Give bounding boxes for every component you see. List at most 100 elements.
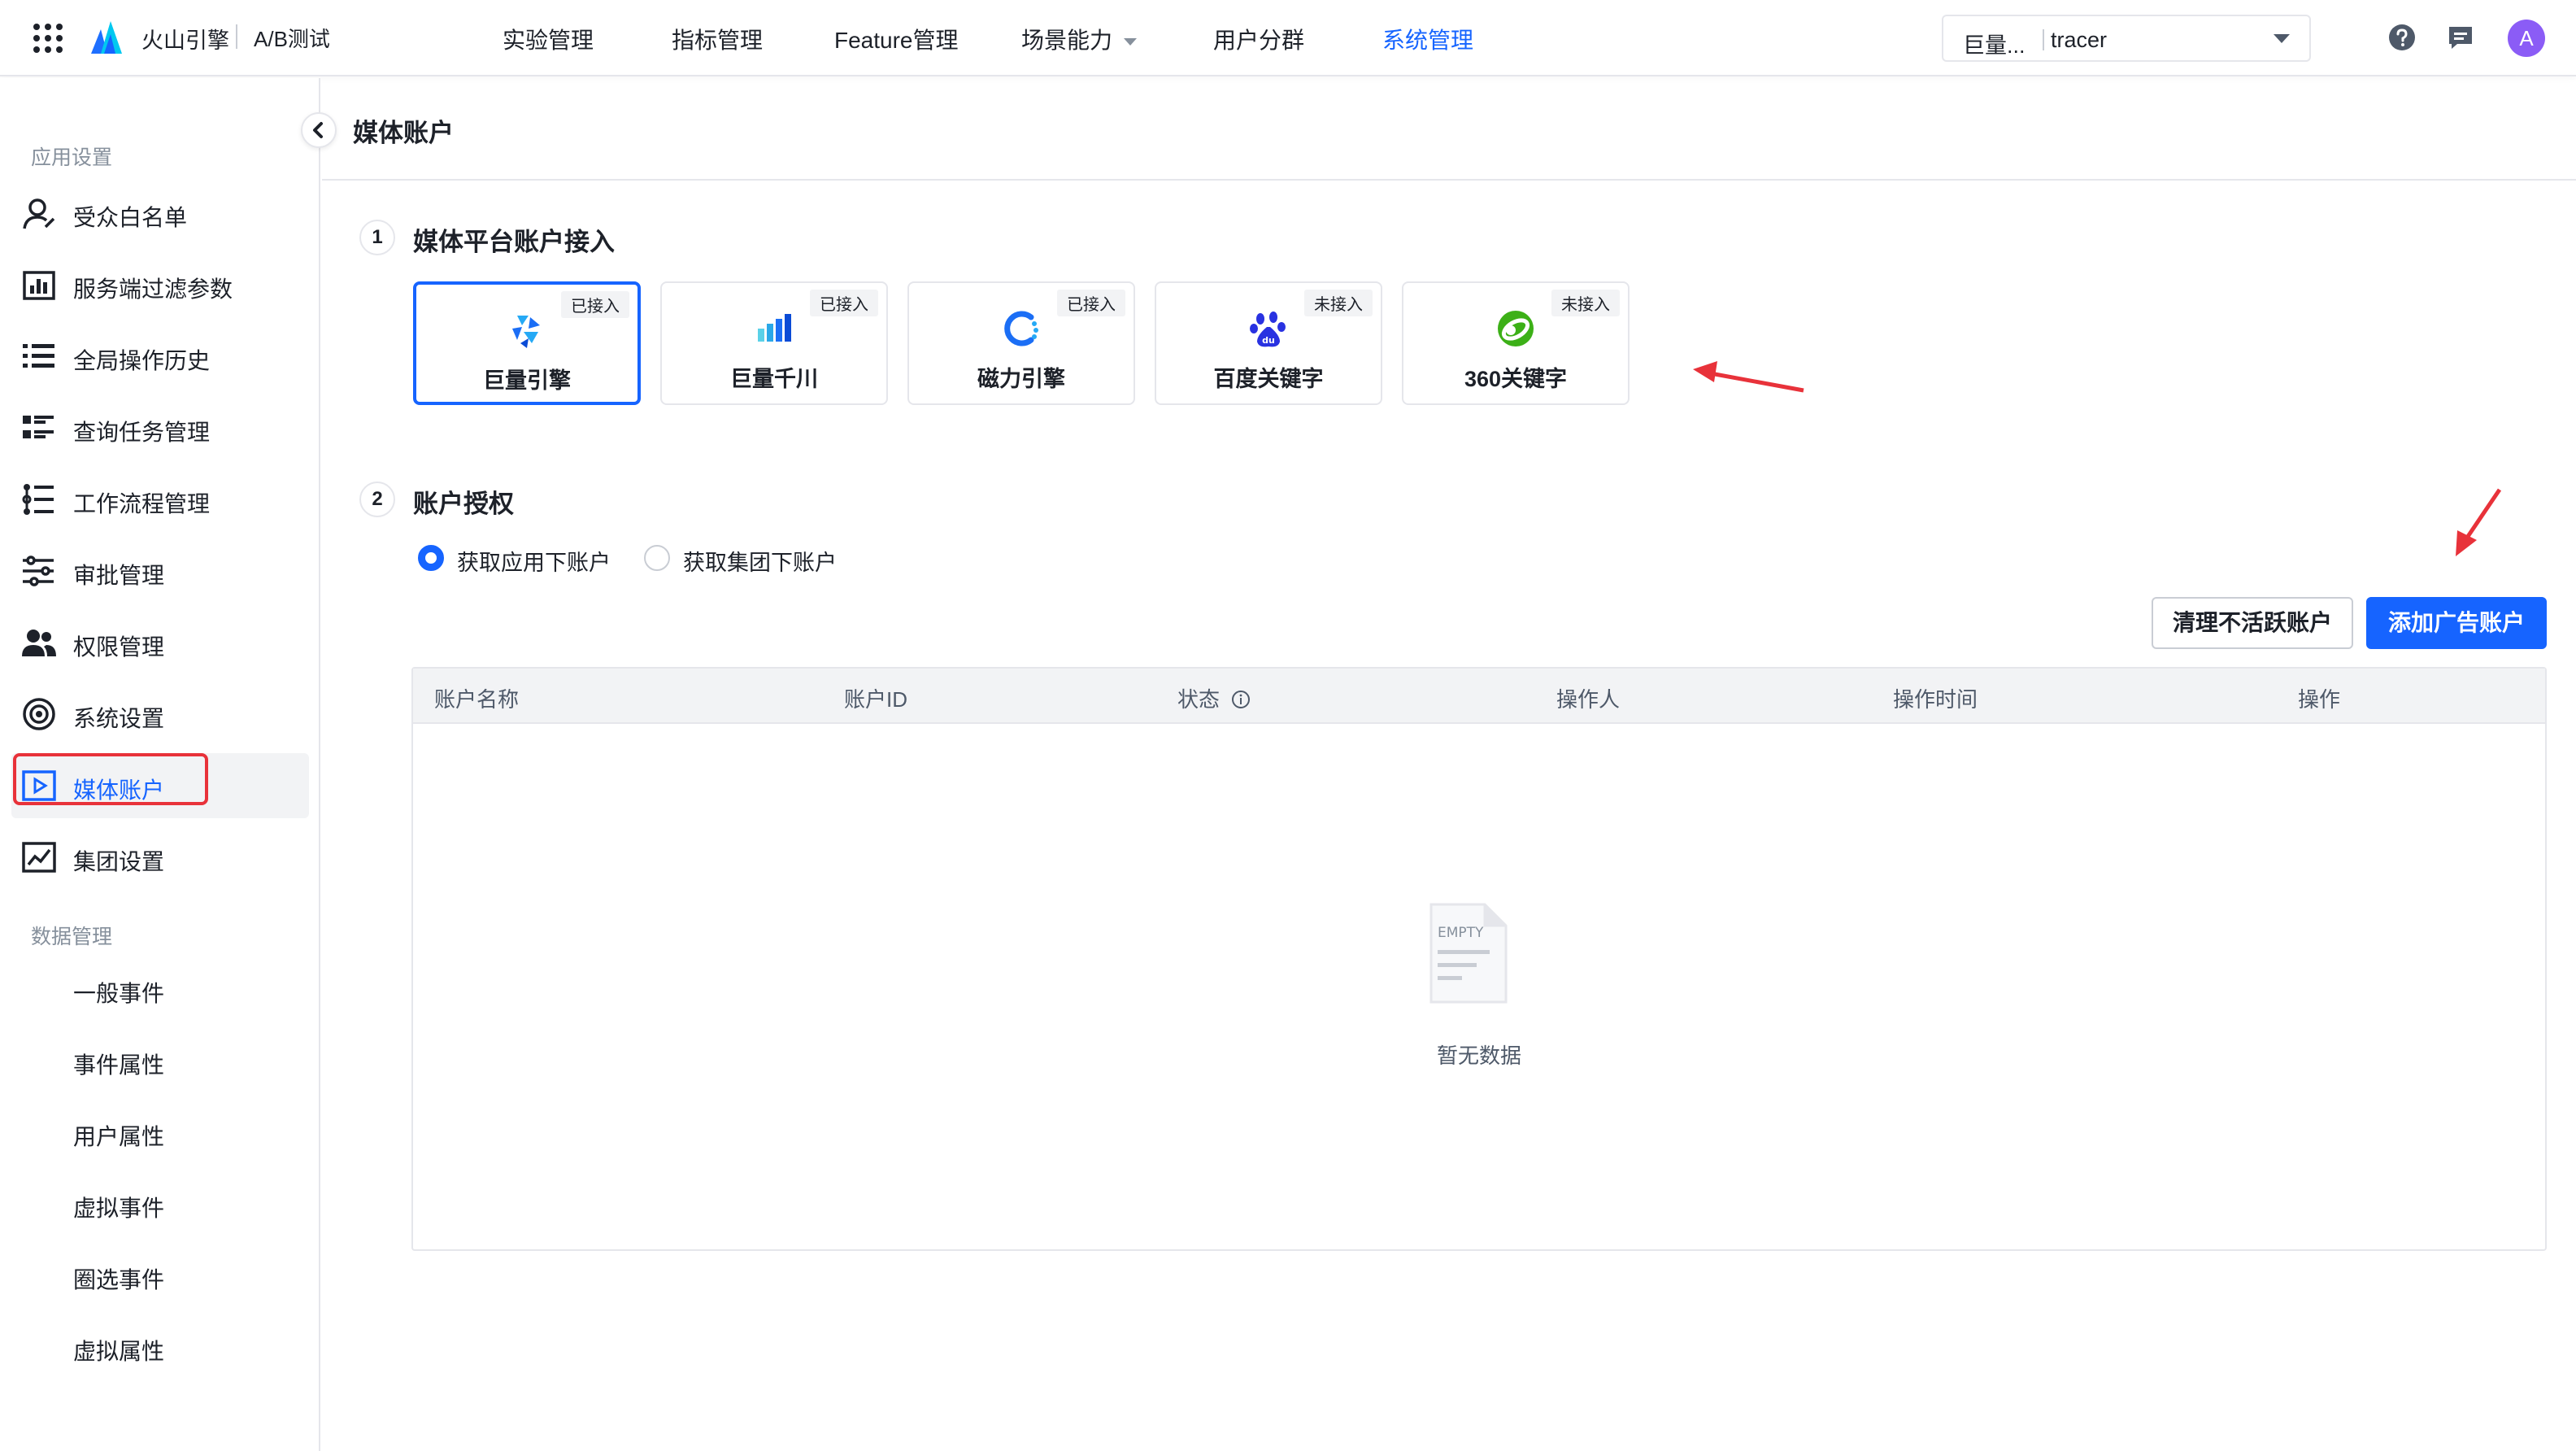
sidebar-item-global-operation-history[interactable]: 全局操作历史 (11, 324, 309, 389)
sidebar-item-label: 全局操作历史 (73, 348, 211, 373)
volcengine-logo[interactable] (88, 18, 125, 55)
sidebar-item-label: 受众白名单 (73, 205, 188, 230)
sidebar-item-system-settings[interactable]: 系统设置 (11, 682, 309, 747)
list-icon (23, 344, 54, 368)
column-header-status: 状态 (1177, 683, 1251, 713)
media-card-name: 巨量千川 (730, 367, 818, 391)
org-name: 巨量... (1963, 33, 2026, 58)
page-title: 媒体账户 (353, 119, 454, 147)
column-header-account-name: 账户名称 (434, 687, 520, 712)
sliders-icon (23, 556, 54, 586)
sidebar-item-label: 系统设置 (73, 706, 165, 731)
nav-scenario-label: 场景能力 (1021, 28, 1113, 53)
target-icon (23, 698, 55, 730)
add-ad-account-button[interactable]: 添加广告账户 (2366, 597, 2547, 649)
sidebar-item-workflow-management[interactable]: 工作流程管理 (11, 467, 309, 532)
status-badge: 已接入 (561, 291, 629, 318)
step-title-media-platform: 媒体平台账户接入 (413, 228, 615, 256)
sidebar-subitem-user-properties[interactable]: 用户属性 (73, 1119, 164, 1152)
annotation-arrow-down-icon (2456, 488, 2502, 556)
media-card-cili[interactable]: 已接入 磁力引擎 (907, 281, 1135, 405)
status-badge: 已接入 (1057, 290, 1125, 316)
task-list-icon (23, 416, 54, 438)
step-number-2: 2 (359, 481, 395, 517)
info-icon[interactable] (1231, 690, 1251, 709)
sidebar-item-permission-management[interactable]: 权限管理 (11, 610, 309, 675)
accounts-table: 账户名称 账户ID 状态 操作人 操作时间 操作 EMPTY 暂无数据 (411, 667, 2547, 1251)
status-badge: 已接入 (810, 290, 878, 316)
chart-line-icon (22, 842, 56, 873)
sidebar-item-query-task-management[interactable]: 查询任务管理 (11, 395, 309, 460)
app-selector[interactable]: 巨量... tracer (1942, 15, 2311, 62)
nav-scenario-capability[interactable]: 场景能力 (1021, 23, 1138, 55)
step-title-account-authorization: 账户授权 (413, 490, 514, 518)
brand-name: 火山引擎 (141, 28, 229, 53)
nav-system-management[interactable]: 系统管理 (1382, 23, 1473, 55)
sidebar-item-audience-whitelist[interactable]: 受众白名单 (11, 181, 309, 246)
workflow-icon (22, 484, 54, 515)
cili-logo (1004, 311, 1038, 346)
chevron-down-icon (1124, 38, 1138, 46)
sidebar-subitem-event-properties[interactable]: 事件属性 (73, 1048, 164, 1080)
step-number-1: 1 (359, 220, 395, 255)
radio-label: 获取集团下账户 (683, 551, 837, 575)
sidebar-subitem-general-events[interactable]: 一般事件 (73, 976, 164, 1009)
radio-dot (644, 545, 670, 571)
message-icon[interactable] (2444, 21, 2477, 54)
brand-divider (236, 24, 237, 49)
sidebar-item-label: 服务端过滤参数 (73, 277, 233, 302)
media-card-ocean-engine[interactable]: 已接入 巨量引擎 (413, 281, 641, 405)
sidebar-item-label: 集团设置 (73, 849, 165, 874)
product-name: A/B测试 (254, 27, 330, 51)
selector-divider (2043, 29, 2044, 50)
user-icon (23, 198, 55, 229)
sidebar-subitem-virtual-events[interactable]: 虚拟事件 (73, 1191, 164, 1223)
status-badge: 未接入 (1304, 290, 1373, 316)
sidebar-subitem-circled-events[interactable]: 圈选事件 (73, 1262, 164, 1295)
filter-params-icon (23, 271, 55, 300)
annotation-highlight-box (13, 753, 208, 805)
nav-experiment-management[interactable]: 实验管理 (503, 23, 594, 55)
media-card-qianchuan[interactable]: 已接入 巨量千川 (660, 281, 888, 405)
media-card-name: 360关键字 (1464, 367, 1568, 391)
column-header-status-label: 状态 (1177, 687, 1221, 712)
column-header-operator: 操作人 (1556, 687, 1621, 712)
nav-user-segments[interactable]: 用户分群 (1213, 23, 1304, 55)
user-avatar[interactable]: A (2508, 20, 2545, 57)
table-header: 账户名称 账户ID 状态 操作人 操作时间 操作 (413, 669, 2545, 724)
sidebar-item-label: 审批管理 (73, 563, 165, 588)
sidebar-subitem-virtual-properties[interactable]: 虚拟属性 (73, 1334, 164, 1366)
help-icon[interactable] (2386, 21, 2418, 54)
nav-feature-management[interactable]: Feature管理 (834, 23, 959, 55)
sidebar-group-data-management: 数据管理 (31, 926, 113, 948)
status-badge: 未接入 (1551, 290, 1620, 316)
sidebar-item-approval-management[interactable]: 审批管理 (11, 538, 309, 603)
media-card-name: 巨量引擎 (483, 368, 571, 393)
nav-metric-management[interactable]: 指标管理 (672, 23, 763, 55)
media-card-360[interactable]: 未接入 360关键字 (1402, 281, 1630, 405)
radio-label: 获取应用下账户 (457, 551, 611, 575)
360-logo (1498, 311, 1534, 346)
media-card-baidu[interactable]: 未接入 du 百度关键字 (1155, 281, 1382, 405)
radio-dot (418, 545, 444, 571)
qianchuan-logo (758, 314, 791, 342)
sidebar-group-app-settings: 应用设置 (31, 146, 113, 169)
annotation-arrow-left-icon (1693, 361, 1804, 393)
svg-text:du: du (1262, 335, 1275, 346)
users-icon (22, 630, 56, 656)
column-header-account-id: 账户ID (844, 687, 908, 712)
top-navigation-bar: 火山引擎 A/B测试 实验管理 指标管理 Feature管理 场景能力 用户分群… (0, 0, 2576, 76)
apps-grid-icon[interactable] (33, 23, 63, 54)
media-card-name: 磁力引擎 (977, 367, 1065, 391)
sidebar-item-group-settings[interactable]: 集团设置 (11, 825, 309, 890)
empty-icon-label: EMPTY (1438, 925, 1484, 941)
sidebar-collapse-button[interactable] (301, 112, 337, 148)
media-card-name: 百度关键字 (1213, 367, 1324, 391)
chevron-left-icon (313, 122, 323, 138)
sidebar-item-label: 权限管理 (73, 634, 165, 660)
clean-inactive-accounts-button[interactable]: 清理不活跃账户 (2152, 597, 2353, 649)
sidebar-item-server-filter-params[interactable]: 服务端过滤参数 (11, 252, 309, 317)
caret-down-icon (2274, 34, 2290, 43)
header-divider (322, 179, 2576, 181)
baidu-logo: du (1250, 312, 1286, 347)
